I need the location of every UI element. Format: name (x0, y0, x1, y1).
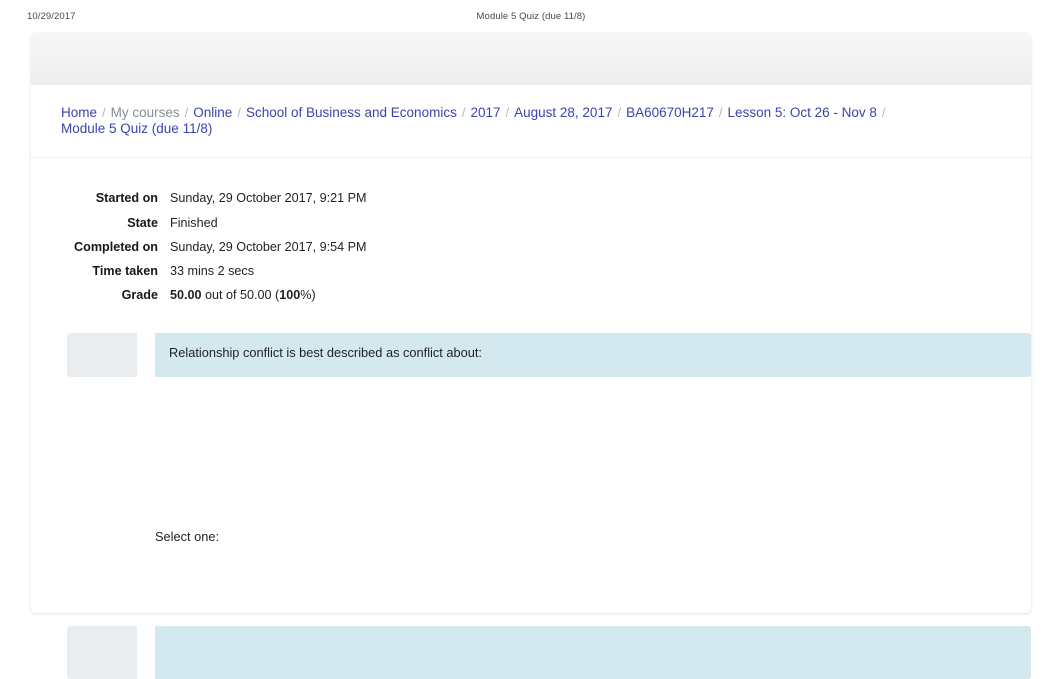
select-one-label: Select one: (155, 528, 220, 544)
print-header-title: Module 5 Quiz (due 11/8) (476, 11, 586, 22)
breadcrumb-separator: / (505, 105, 510, 120)
summary-value: Sunday, 29 October 2017, 9:21 PM (170, 191, 367, 206)
grade-percent-suffix: %) (300, 288, 316, 303)
breadcrumb-item-5[interactable]: August 28, 2017 (514, 105, 612, 121)
breadcrumb-item-7[interactable]: Lesson 5: Oct 26 - Nov 8 (728, 105, 877, 121)
breadcrumb-item-6[interactable]: BA60670H217 (626, 105, 714, 121)
next-question-content (155, 626, 1031, 679)
summary-label: Time taken (92, 264, 158, 279)
summary-value: 33 mins 2 secs (170, 264, 254, 279)
breadcrumb-item-0[interactable]: Home (61, 105, 97, 121)
summary-value: Finished (170, 215, 218, 230)
grade-label: Grade (121, 288, 158, 303)
question-info-column (67, 332, 137, 377)
breadcrumb-item-8[interactable]: Module 5 Quiz (due 11/8) (61, 121, 212, 137)
breadcrumb-region: Home / My courses / Online / School of Busines… (31, 85, 1031, 159)
grade-percent: 100 (279, 288, 301, 303)
summary-row: Time taken 33 mins 2 secs (31, 259, 1031, 283)
next-question-info-column (67, 626, 137, 679)
card-body: Home / My courses / Online / School of Busines… (31, 85, 1031, 679)
next-question-gutter (137, 626, 155, 679)
summary-row-grade: Grade 50.00 out of 50.00 (100%) (31, 283, 1031, 307)
grade-value: 50.00 out of 50.00 (100%) (170, 283, 1031, 307)
quiz-summary-region: Started on Sunday, 29 October 2017, 9:21 … (31, 158, 1031, 307)
quiz-summary-table: Started on Sunday, 29 October 2017, 9:21 … (31, 186, 1031, 307)
print-header: 10/29/2017 Module 5 Quiz (due 11/8) (0, 0, 1062, 33)
next-question-block (31, 626, 1031, 679)
breadcrumb: Home / My courses / Online / School of Busines… (61, 105, 1031, 137)
question-text: Relationship conflict is best described … (169, 344, 482, 360)
card-top-band (31, 33, 1031, 85)
breadcrumb-item-4[interactable]: 2017 (470, 105, 500, 121)
breadcrumb-separator: / (718, 105, 723, 120)
breadcrumb-separator: / (102, 105, 106, 120)
grade-outof-text: out of 50.00 ( (201, 288, 280, 303)
summary-value: Sunday, 29 October 2017, 9:54 PM (170, 239, 367, 254)
summary-row: Started on Sunday, 29 October 2017, 9:21 … (31, 186, 1031, 210)
question-content: Relationship conflict is best described … (155, 332, 1031, 377)
page-card: Home / My courses / Online / School of Busines… (31, 33, 1031, 679)
answer-area: Select one: (31, 376, 1031, 554)
grade-score: 50.00 (170, 288, 202, 303)
breadcrumb-item-2[interactable]: Online (193, 105, 232, 121)
question-block: Relationship conflict is best described … (31, 332, 1031, 377)
summary-label: Completed on (74, 239, 158, 254)
breadcrumb-separator: / (237, 105, 241, 120)
summary-row: State Finished (31, 211, 1031, 235)
breadcrumb-separator: / (617, 105, 622, 120)
breadcrumb-separator: / (461, 105, 466, 120)
breadcrumb-separator: / (881, 105, 886, 120)
breadcrumb-item-3[interactable]: School of Business and Economics (246, 105, 457, 121)
breadcrumb-item-1[interactable]: My courses (111, 105, 180, 121)
question-gutter (137, 333, 155, 377)
summary-label: Started on (95, 191, 158, 206)
summary-label: State (127, 215, 158, 230)
summary-row: Completed on Sunday, 29 October 2017, 9:5… (31, 235, 1031, 259)
breadcrumb-separator: / (184, 105, 189, 120)
